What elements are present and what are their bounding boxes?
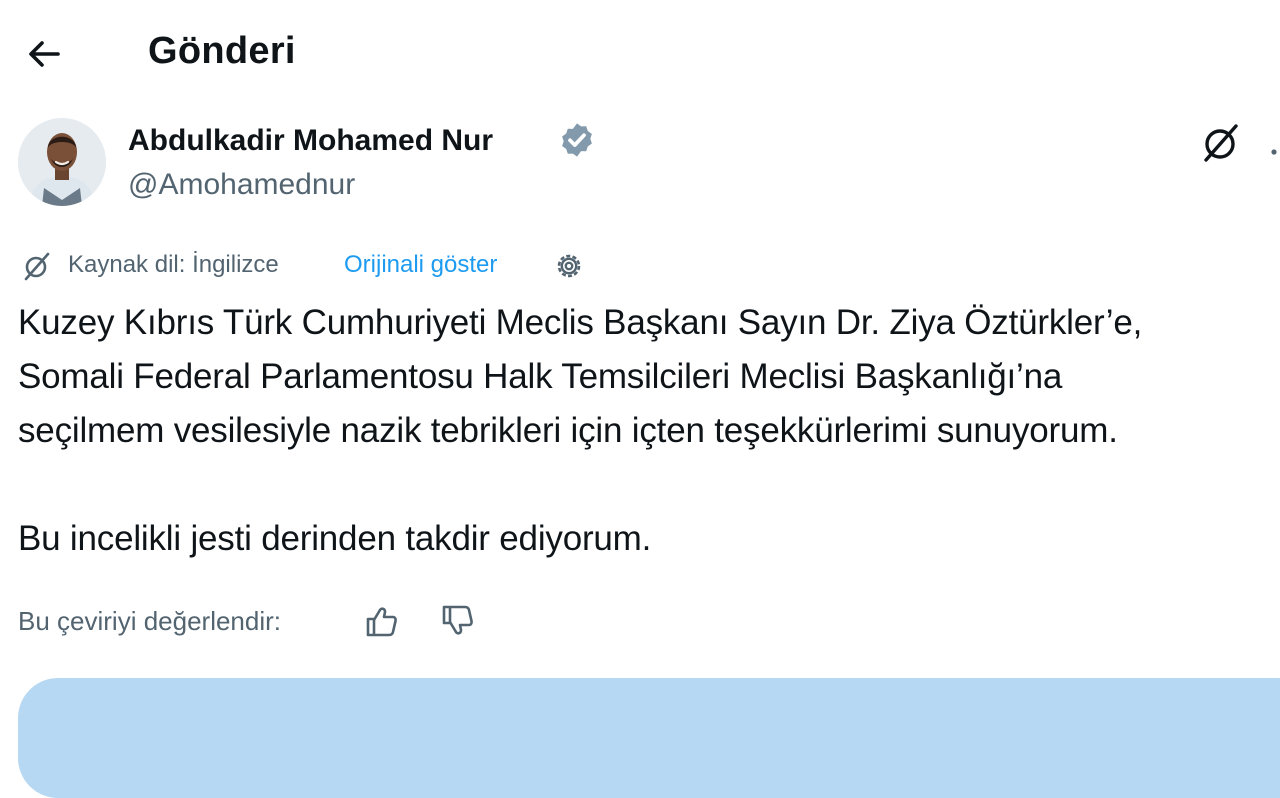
media-card[interactable] <box>18 678 1280 798</box>
more-dots-icon <box>1271 149 1277 155</box>
avatar[interactable] <box>18 118 106 206</box>
rate-label: Bu çeviriyi değerlendir: <box>18 606 282 636</box>
thumbs-down-icon[interactable] <box>438 602 476 640</box>
translation-bar: Kaynak dil: İngilizce Orijinali göster <box>18 247 1280 283</box>
verified-badge-icon <box>562 123 592 157</box>
post-header: Gönderi <box>0 0 1280 105</box>
author-handle[interactable]: @Amohamednur <box>128 168 355 202</box>
source-language-label: Kaynak dil: İngilizce <box>68 251 279 278</box>
author-row: Abdulkadir Mohamed Nur @Amohamednur <box>0 112 1280 212</box>
author-name[interactable]: Abdulkadir Mohamed Nur <box>128 124 493 158</box>
thumbs-up-icon[interactable] <box>362 602 400 640</box>
show-original-link[interactable]: Orijinali göster <box>344 251 497 279</box>
back-button[interactable] <box>24 34 64 74</box>
avatar-image <box>18 118 106 206</box>
gear-icon[interactable] <box>552 249 586 283</box>
arrow-left-icon <box>29 41 60 67</box>
grok-button[interactable] <box>1198 120 1244 166</box>
translation-rating: Bu çeviriyi değerlendir: <box>18 602 718 642</box>
grok-slash-icon <box>24 252 50 281</box>
grok-slash-icon <box>1204 124 1238 162</box>
post-text: Kuzey Kıbrıs Türk Cumhuriyeti Meclis Baş… <box>18 303 1143 558</box>
more-button[interactable] <box>1262 126 1280 166</box>
page-title: Gönderi <box>148 30 296 72</box>
